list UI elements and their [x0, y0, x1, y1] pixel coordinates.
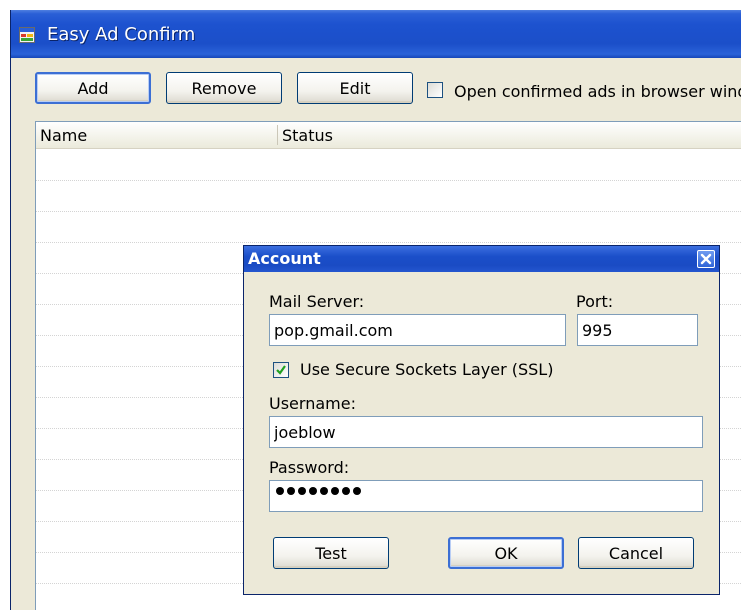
password-input[interactable] — [269, 480, 703, 512]
password-dot — [342, 487, 350, 495]
remove-button[interactable]: Remove — [166, 72, 282, 104]
window-title: Easy Ad Confirm — [47, 24, 196, 45]
cancel-button[interactable]: Cancel — [578, 537, 694, 569]
password-dot — [276, 487, 284, 495]
title-bar[interactable]: Easy Ad Confirm — [11, 10, 741, 58]
dialog-title: Account — [248, 249, 321, 268]
test-button[interactable]: Test — [273, 537, 389, 569]
open-in-browser-checkbox[interactable] — [427, 82, 443, 98]
open-in-browser-label: Open confirmed ads in browser windo — [454, 82, 741, 101]
username-input[interactable] — [269, 416, 703, 448]
list-row-line — [36, 180, 741, 181]
list-row-line — [36, 242, 741, 243]
add-button[interactable]: Add — [35, 72, 151, 104]
password-dot — [298, 487, 306, 495]
password-dot — [331, 487, 339, 495]
edit-button[interactable]: Edit — [297, 72, 413, 104]
list-header: Name Status — [36, 122, 741, 149]
close-icon[interactable] — [697, 250, 715, 268]
username-label: Username: — [269, 394, 356, 413]
app-window-icon — [19, 27, 35, 43]
port-input[interactable] — [577, 314, 698, 346]
password-label: Password: — [269, 458, 350, 477]
password-mask — [276, 487, 361, 495]
account-dialog: Account Mail Server: Port: Use Secure So… — [243, 245, 720, 595]
ssl-checkbox[interactable] — [273, 362, 289, 378]
password-dot — [353, 487, 361, 495]
mail-server-input[interactable] — [269, 314, 566, 346]
column-separator[interactable] — [277, 125, 278, 145]
ssl-label: Use Secure Sockets Layer (SSL) — [300, 360, 554, 379]
ok-button[interactable]: OK — [448, 537, 564, 569]
checkmark-icon — [276, 365, 286, 375]
list-row-line — [36, 211, 741, 212]
password-dot — [320, 487, 328, 495]
password-dot — [309, 487, 317, 495]
port-label: Port: — [576, 292, 614, 311]
dialog-title-bar[interactable]: Account — [244, 246, 719, 272]
mail-server-label: Mail Server: — [269, 292, 365, 311]
column-header-name[interactable]: Name — [40, 126, 87, 145]
password-dot — [287, 487, 295, 495]
column-header-status[interactable]: Status — [282, 126, 333, 145]
